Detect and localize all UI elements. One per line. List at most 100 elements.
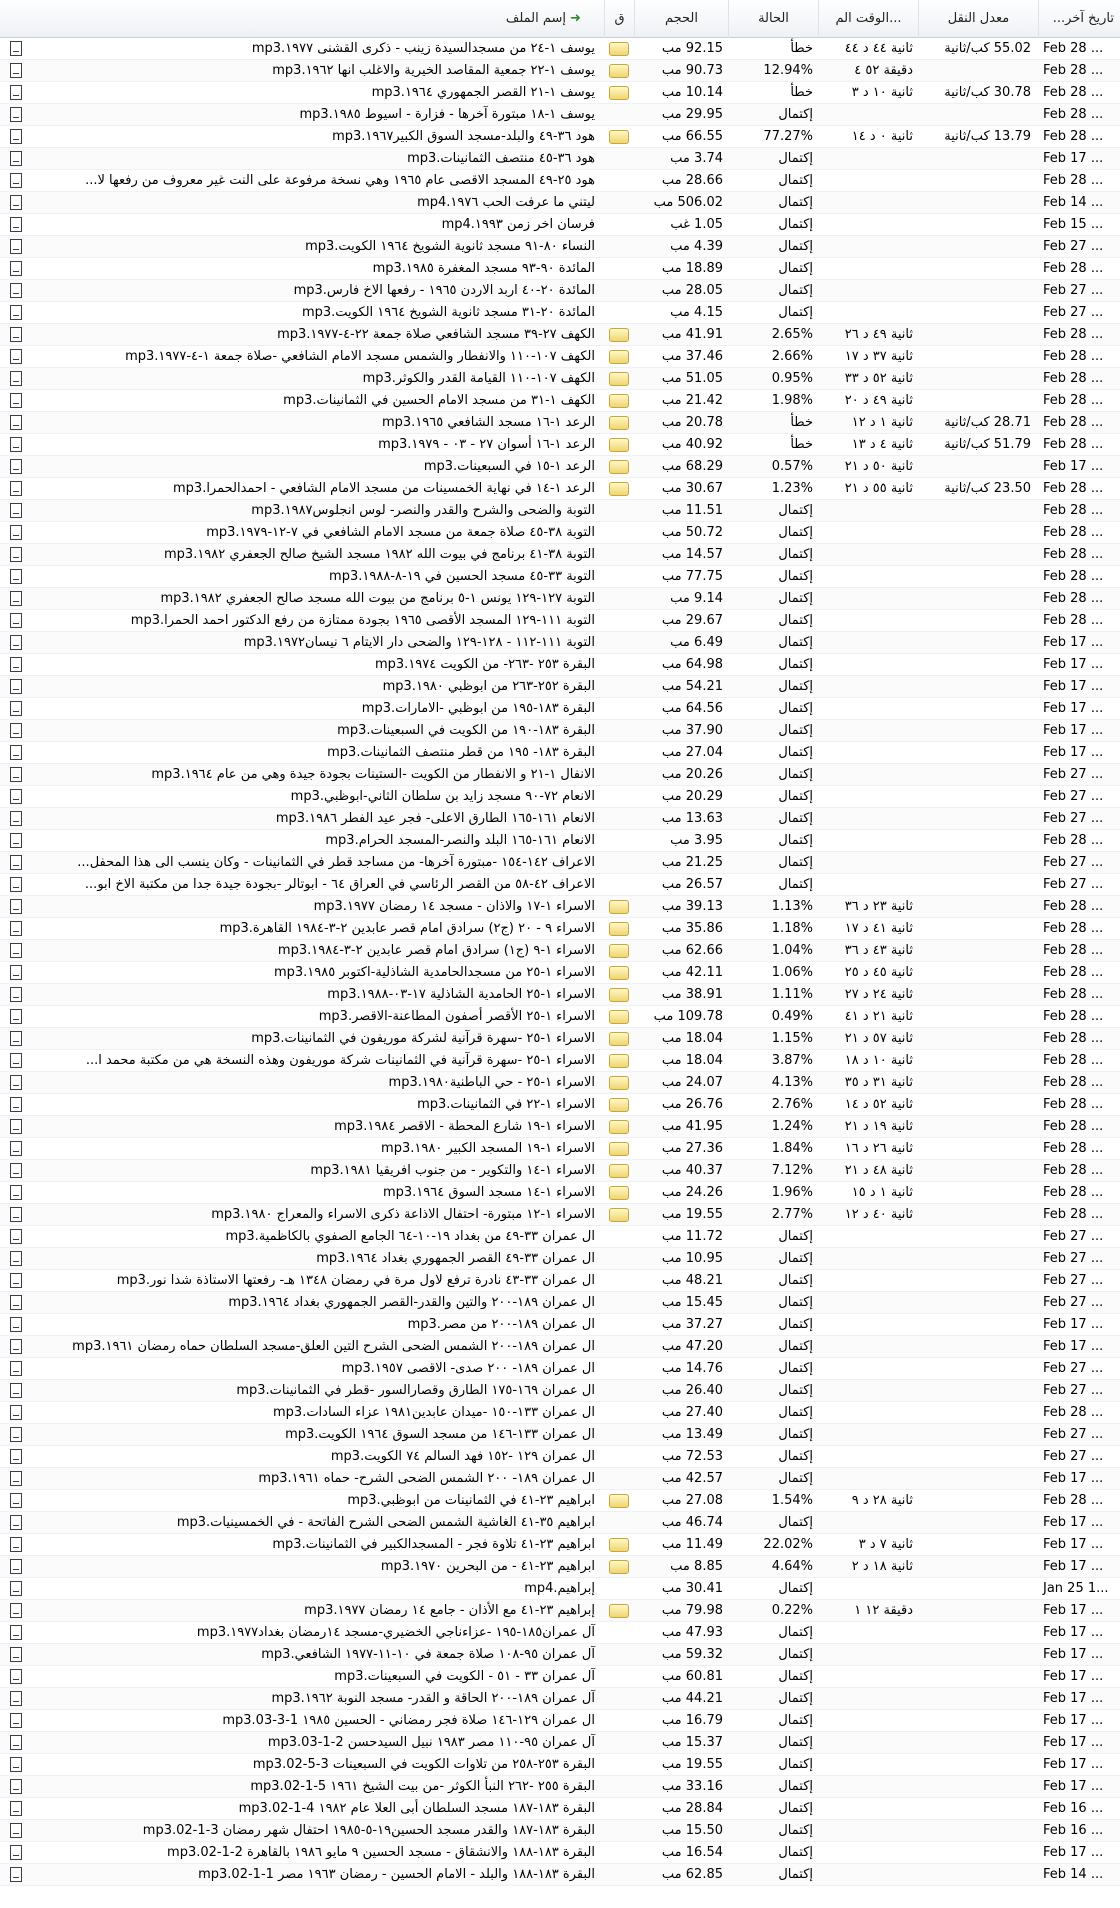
file-name[interactable]: ال عمران ١٢٩ -١٥٢ فهد السالم ٧٤ الكويت.m… bbox=[30, 1446, 600, 1468]
table-row[interactable]: الاعراف ١٤٢-١٥٤ -مبتورة آخرها- من مساجد … bbox=[0, 852, 1120, 874]
file-name[interactable]: ال عمران ١٣٣-١٤٦ من مسجد السوق ١٩٦٤ الكو… bbox=[30, 1424, 600, 1446]
file-name[interactable]: إبراهيم.mp4 bbox=[30, 1578, 600, 1600]
table-row[interactable]: ال عمران ١٨٩-٢٠٠ والتين والقدر-القصر الج… bbox=[0, 1292, 1120, 1314]
file-name[interactable]: إبراهيم ٢٣-٤١ مع الأذان - جامع ١٤ رمضان … bbox=[30, 1600, 600, 1622]
file-name[interactable]: البقرة ١٨٣-١٨٧ والقدر مسجد الحسين١٩-٥-١٩… bbox=[30, 1820, 600, 1842]
table-row[interactable]: ابراهيم ٢٣-٤١ - من البحرين ١٩٧٠.mp3 8.85 … bbox=[0, 1556, 1120, 1578]
table-row[interactable]: ال عمران ١٨٩- ٢٠٠ الشمس الضحى الشرح- حما… bbox=[0, 1468, 1120, 1490]
table-row[interactable]: البقرة ١٨٣-١٨٨ والانشقاق - مسجد الحسين ٩… bbox=[0, 1842, 1120, 1864]
file-name[interactable]: ال عمران ١٦٩-١٧٥ الطارق وقصارالسور -قطر … bbox=[30, 1380, 600, 1402]
file-name[interactable]: البقرة ١٨٣-١٨٨ والبلد - الامام الحسين - … bbox=[30, 1864, 600, 1886]
file-name[interactable]: ليتني ما عرفت الحب ١٩٧٦.mp4 bbox=[30, 192, 600, 214]
file-name[interactable]: البقرة ٢٥٢-٢٦٣ من ابوظبي ١٩٨٠.mp3 bbox=[30, 676, 600, 698]
file-name[interactable]: البقرة ١٨٣-١٩٠ من الكويت في السبعينات.mp… bbox=[30, 720, 600, 742]
refresh-arrow-icon[interactable]: ➜ bbox=[570, 0, 581, 38]
file-name[interactable]: ال عمران ١٨٩- ٢٠٠ صدى- الاقصى ١٩٥٧.mp3 bbox=[30, 1358, 600, 1380]
file-name[interactable]: الاعراف ١٤٢-١٥٤ -مبتورة آخرها- من مساجد … bbox=[30, 852, 600, 874]
table-row[interactable]: ابراهيم ٣٥-٤١ الغاشية الشمس الضحى الشرح … bbox=[0, 1512, 1120, 1534]
table-row[interactable]: الاسراء ١-٢٥ -سهرة قرآنية لشركة موريفون … bbox=[0, 1028, 1120, 1050]
file-name[interactable]: البقرة ١٨٣-١٩٥ من ابوظبي -الامارات.mp3 bbox=[30, 698, 600, 720]
table-row[interactable]: النساء ٨٠-٩١ مسجد ثانوية الشويخ ١٩٦٤ الك… bbox=[0, 236, 1120, 258]
table-row[interactable]: آل عمران ٩٥-١٠٨ صلاة جمعة في ١٠-١١-١٩٧٧ … bbox=[0, 1644, 1120, 1666]
table-row[interactable]: ال عمران ١٨٩-٢٠٠ من مصر.mp3 37.27 مب إكتما… bbox=[0, 1314, 1120, 1336]
file-name[interactable]: الكهف ١٠٧-١١٠ القيامة القدر والكوثر.mp3 bbox=[30, 368, 600, 390]
file-name[interactable]: البقرة ٢٥٥ -٢٦٢ النبأ الكوثر -من بيت الش… bbox=[30, 1776, 600, 1798]
table-row[interactable]: ليتني ما عرفت الحب ١٩٧٦.mp4 506.02 مب إكتم… bbox=[0, 192, 1120, 214]
file-name[interactable]: الرعد ١-١٦ مسجد الشافعي ١٩٦٥.mp3 bbox=[30, 412, 600, 434]
file-name[interactable]: هود ٣٦-٤٩ والبلد-مسجد السوق الكبير١٩٦٧.m… bbox=[30, 126, 600, 148]
table-row[interactable]: الانعام ٧٢-٩٠ مسجد زايد بن سلطان الثاني-… bbox=[0, 786, 1120, 808]
table-row[interactable]: البقرة ١٨٣- ١٩٥ من قطر منتصف الثمانينات.… bbox=[0, 742, 1120, 764]
file-name[interactable]: يوسف ١-٢٤ من مسجدالسيدة زينب - ذكرى القش… bbox=[30, 38, 600, 60]
file-name[interactable]: التوبة ٣٨-٤٥ صلاة جمعة من مسجد الامام ال… bbox=[30, 522, 600, 544]
file-name[interactable]: الاسراء ١-١٤ والتكوير - من جنوب افريقيا … bbox=[30, 1160, 600, 1182]
table-row[interactable]: ال عمران ١٢٩ -١٥٢ فهد السالم ٧٤ الكويت.m… bbox=[0, 1446, 1120, 1468]
file-name[interactable]: ال عمران ١٨٩-٢٠٠ من مصر.mp3 bbox=[30, 1314, 600, 1336]
table-row[interactable]: يوسف ١-٢٤ من مسجدالسيدة زينب - ذكرى القش… bbox=[0, 38, 1120, 60]
file-name[interactable]: التوبة ١١١-١٢٩ المسجد الأقصى ١٩٦٥ بجودة … bbox=[30, 610, 600, 632]
file-name[interactable]: هود ٢٥-٤٩ المسجد الاقصى عام ١٩٦٥ وهي نسخ… bbox=[30, 170, 600, 192]
table-row[interactable]: البقرة ١٨٣-١٨٨ والبلد - الامام الحسين - … bbox=[0, 1864, 1120, 1886]
column-header-date[interactable]: تاريخ آخر... bbox=[1038, 0, 1120, 38]
file-name[interactable]: الاسراء ١-٢٢ في الثمانينات.mp3 bbox=[30, 1094, 600, 1116]
file-name[interactable]: الاسراء ١-١٩ المسجد الكبير ١٩٨٠.mp3 bbox=[30, 1138, 600, 1160]
column-header-filename[interactable]: إسم الملف ➜ bbox=[0, 0, 604, 38]
table-row[interactable]: التوبة ١١١-١١٢ - ١٢٨-١٢٩ والضحى دار الاي… bbox=[0, 632, 1120, 654]
table-row[interactable]: الانفال ١-٢١ و الانفطار من الكويت -الستي… bbox=[0, 764, 1120, 786]
file-name[interactable]: ال عمران ١٨٩-٢٠٠ الشمس الضحى الشرح التين… bbox=[30, 1336, 600, 1358]
table-row[interactable]: الكهف ١-٣١ من مسجد الامام الحسين في الثم… bbox=[0, 390, 1120, 412]
table-row[interactable]: الاسراء ١-١٤ والتكوير - من جنوب افريقيا … bbox=[0, 1160, 1120, 1182]
table-row[interactable]: الاسراء ١-٢٥ الحامدية الشاذلية ١٧-٠٣-١٩٨… bbox=[0, 984, 1120, 1006]
table-row[interactable]: البقرة ٢٥٣ -٢٦٣- من الكويت ١٩٧٤.mp3 64.98… bbox=[0, 654, 1120, 676]
table-row[interactable]: الرعد ١-١٥ في السبعينات.mp3 68.29 مب 0.57%… bbox=[0, 456, 1120, 478]
file-name[interactable]: فرسان اخر زمن ١٩٩٣.mp4 bbox=[30, 214, 600, 236]
table-row[interactable]: البقرة ٢٥٢-٢٦٣ من ابوظبي ١٩٨٠.mp3 54.21 م… bbox=[0, 676, 1120, 698]
table-row[interactable]: الاسراء ١-١٩ المسجد الكبير ١٩٨٠.mp3 27.36… bbox=[0, 1138, 1120, 1160]
file-name[interactable]: الاسراء ١-٢٥ -سهرة قرآنية في الثمانينات … bbox=[30, 1050, 600, 1072]
file-name[interactable]: يوسف ١-٢١ القصر الجمهوري ١٩٦٤.mp3 bbox=[30, 82, 600, 104]
file-name[interactable]: آل عمران ٩٥-١١٠ مصر ١٩٨٣ نبيل السيدحسن 2… bbox=[30, 1732, 600, 1754]
file-name[interactable]: التوبة ٣٨-٤١ برنامج في بيوت الله ١٩٨٢ مس… bbox=[30, 544, 600, 566]
file-name[interactable]: الرعد ١-١٤ في نهاية الخمسينات من مسجد ال… bbox=[30, 478, 600, 500]
file-name[interactable]: التوبة والضحى والشرح والقدر والنصر- لوس … bbox=[30, 500, 600, 522]
table-row[interactable]: الاسراء ١-١٤ مسجد السوق ١٩٦٤.mp3 24.26 مب… bbox=[0, 1182, 1120, 1204]
table-row[interactable]: البقرة ٢٥٣-٢٥٨ من تلاوات الكويت في السبع… bbox=[0, 1754, 1120, 1776]
table-row[interactable]: يوسف ١-٢٢ جمعية المقاصد الخيرية والاغلب … bbox=[0, 60, 1120, 82]
table-row[interactable]: ابراهيم ٢٣-٤١ في الثمانينات من ابوظبي.mp… bbox=[0, 1490, 1120, 1512]
file-name[interactable]: البقرة ٢٥٣-٢٥٨ من تلاوات الكويت في السبع… bbox=[30, 1754, 600, 1776]
table-row[interactable]: يوسف ١-٢١ القصر الجمهوري ١٩٦٤.mp3 10.14 م… bbox=[0, 82, 1120, 104]
file-name[interactable]: الكهف ٢٧-٣٩ مسجد الشافعي صلاة جمعة ٢٢-٤-… bbox=[30, 324, 600, 346]
table-row[interactable]: التوبة ١١١-١٢٩ المسجد الأقصى ١٩٦٥ بجودة … bbox=[0, 610, 1120, 632]
file-name[interactable]: آل عمران١٨٥-١٩٥ -عزاءناجي الخضيري-مسجد ١… bbox=[30, 1622, 600, 1644]
file-name[interactable]: الكهف ١٠٧-١١٠ والانفطار والشمس مسجد الام… bbox=[30, 346, 600, 368]
table-row[interactable]: المائدة ٢٠-٤٠ اربد الاردن ١٩٦٥ - رفعها ا… bbox=[0, 280, 1120, 302]
table-row[interactable]: ال عمران ٣٣-٤٩ القصر الجمهوري بغداد ١٩٦٤… bbox=[0, 1248, 1120, 1270]
file-name[interactable]: الانعام ٧٢-٩٠ مسجد زايد بن سلطان الثاني-… bbox=[30, 786, 600, 808]
file-name[interactable]: الاسراء ١-٢٥ من مسجدالحامدية الشاذلية-اك… bbox=[30, 962, 600, 984]
file-name[interactable]: المائدة ٩٠-٩٣ مسجد المغفرة ١٩٨٥.mp3 bbox=[30, 258, 600, 280]
file-name[interactable]: الرعد ١-١٦ أسوان ٢٧ - ٠٣ - ١٩٧٩.mp3 bbox=[30, 434, 600, 456]
table-row[interactable]: ابراهيم ٢٣-٤١ تلاوة فجر - المسجدالكبير ف… bbox=[0, 1534, 1120, 1556]
table-row[interactable]: ال عمران ١٦٩-١٧٥ الطارق وقصارالسور -قطر … bbox=[0, 1380, 1120, 1402]
table-row[interactable]: آل عمران ٩٥-١١٠ مصر ١٩٨٣ نبيل السيدحسن 2… bbox=[0, 1732, 1120, 1754]
table-row[interactable]: الاسراء ١-٢٥ الأقصر أصفون المطاعنة-الاقص… bbox=[0, 1006, 1120, 1028]
file-name[interactable]: النساء ٨٠-٩١ مسجد ثانوية الشويخ ١٩٦٤ الك… bbox=[30, 236, 600, 258]
file-name[interactable]: ابراهيم ٢٣-٤١ - من البحرين ١٩٧٠.mp3 bbox=[30, 1556, 600, 1578]
column-header-rate[interactable]: معدل النقل bbox=[918, 0, 1038, 38]
file-name[interactable]: البقرة ٢٥٣ -٢٦٣- من الكويت ١٩٧٤.mp3 bbox=[30, 654, 600, 676]
table-row[interactable]: التوبة ٣٣-٤٥ مسجد الحسين في ١٩-٨-١٩٨٨.mp… bbox=[0, 566, 1120, 588]
table-row[interactable]: الاسراء ١-١٧ والاذان - مسجد ١٤ رمضان ١٩٧… bbox=[0, 896, 1120, 918]
file-name[interactable]: آل عمران ١٨٩-٢٠٠ الحاقة و القدر- مسجد ال… bbox=[30, 1688, 600, 1710]
file-name[interactable]: المائدة ٢٠-٤٠ اربد الاردن ١٩٦٥ - رفعها ا… bbox=[30, 280, 600, 302]
file-name[interactable]: البقرة ١٨٣-١٨٨ والانشقاق - مسجد الحسين ٩… bbox=[30, 1842, 600, 1864]
table-row[interactable]: البقرة ١٨٣-١٨٧ مسجد السلطان أبى العلا عا… bbox=[0, 1798, 1120, 1820]
table-row[interactable]: الاسراء ٩ - ٢٠ (ج٢) سرادق امام قصر عابدي… bbox=[0, 918, 1120, 940]
file-name[interactable]: ال عمران ١٨٩- ٢٠٠ الشمس الضحى الشرح- حما… bbox=[30, 1468, 600, 1490]
table-row[interactable]: الكهف ١٠٧-١١٠ القيامة القدر والكوثر.mp3 5… bbox=[0, 368, 1120, 390]
file-name[interactable]: ال عمران ٣٣-٤٩ من بغداد ١٩-١٠-٦٤ الجامع … bbox=[30, 1226, 600, 1248]
table-row[interactable]: ال عمران ١٣٣-١٤٦ من مسجد السوق ١٩٦٤ الكو… bbox=[0, 1424, 1120, 1446]
table-row[interactable]: البقرة ٢٥٥ -٢٦٢ النبأ الكوثر -من بيت الش… bbox=[0, 1776, 1120, 1798]
table-row[interactable]: الاسراء ١-١٩ شارع المحطة - الاقصر ١٩٨٤.m… bbox=[0, 1116, 1120, 1138]
file-name[interactable]: الاسراء ١-١٤ مسجد السوق ١٩٦٤.mp3 bbox=[30, 1182, 600, 1204]
file-name[interactable]: الاسراء ١-٢٥ الأقصر أصفون المطاعنة-الاقص… bbox=[30, 1006, 600, 1028]
